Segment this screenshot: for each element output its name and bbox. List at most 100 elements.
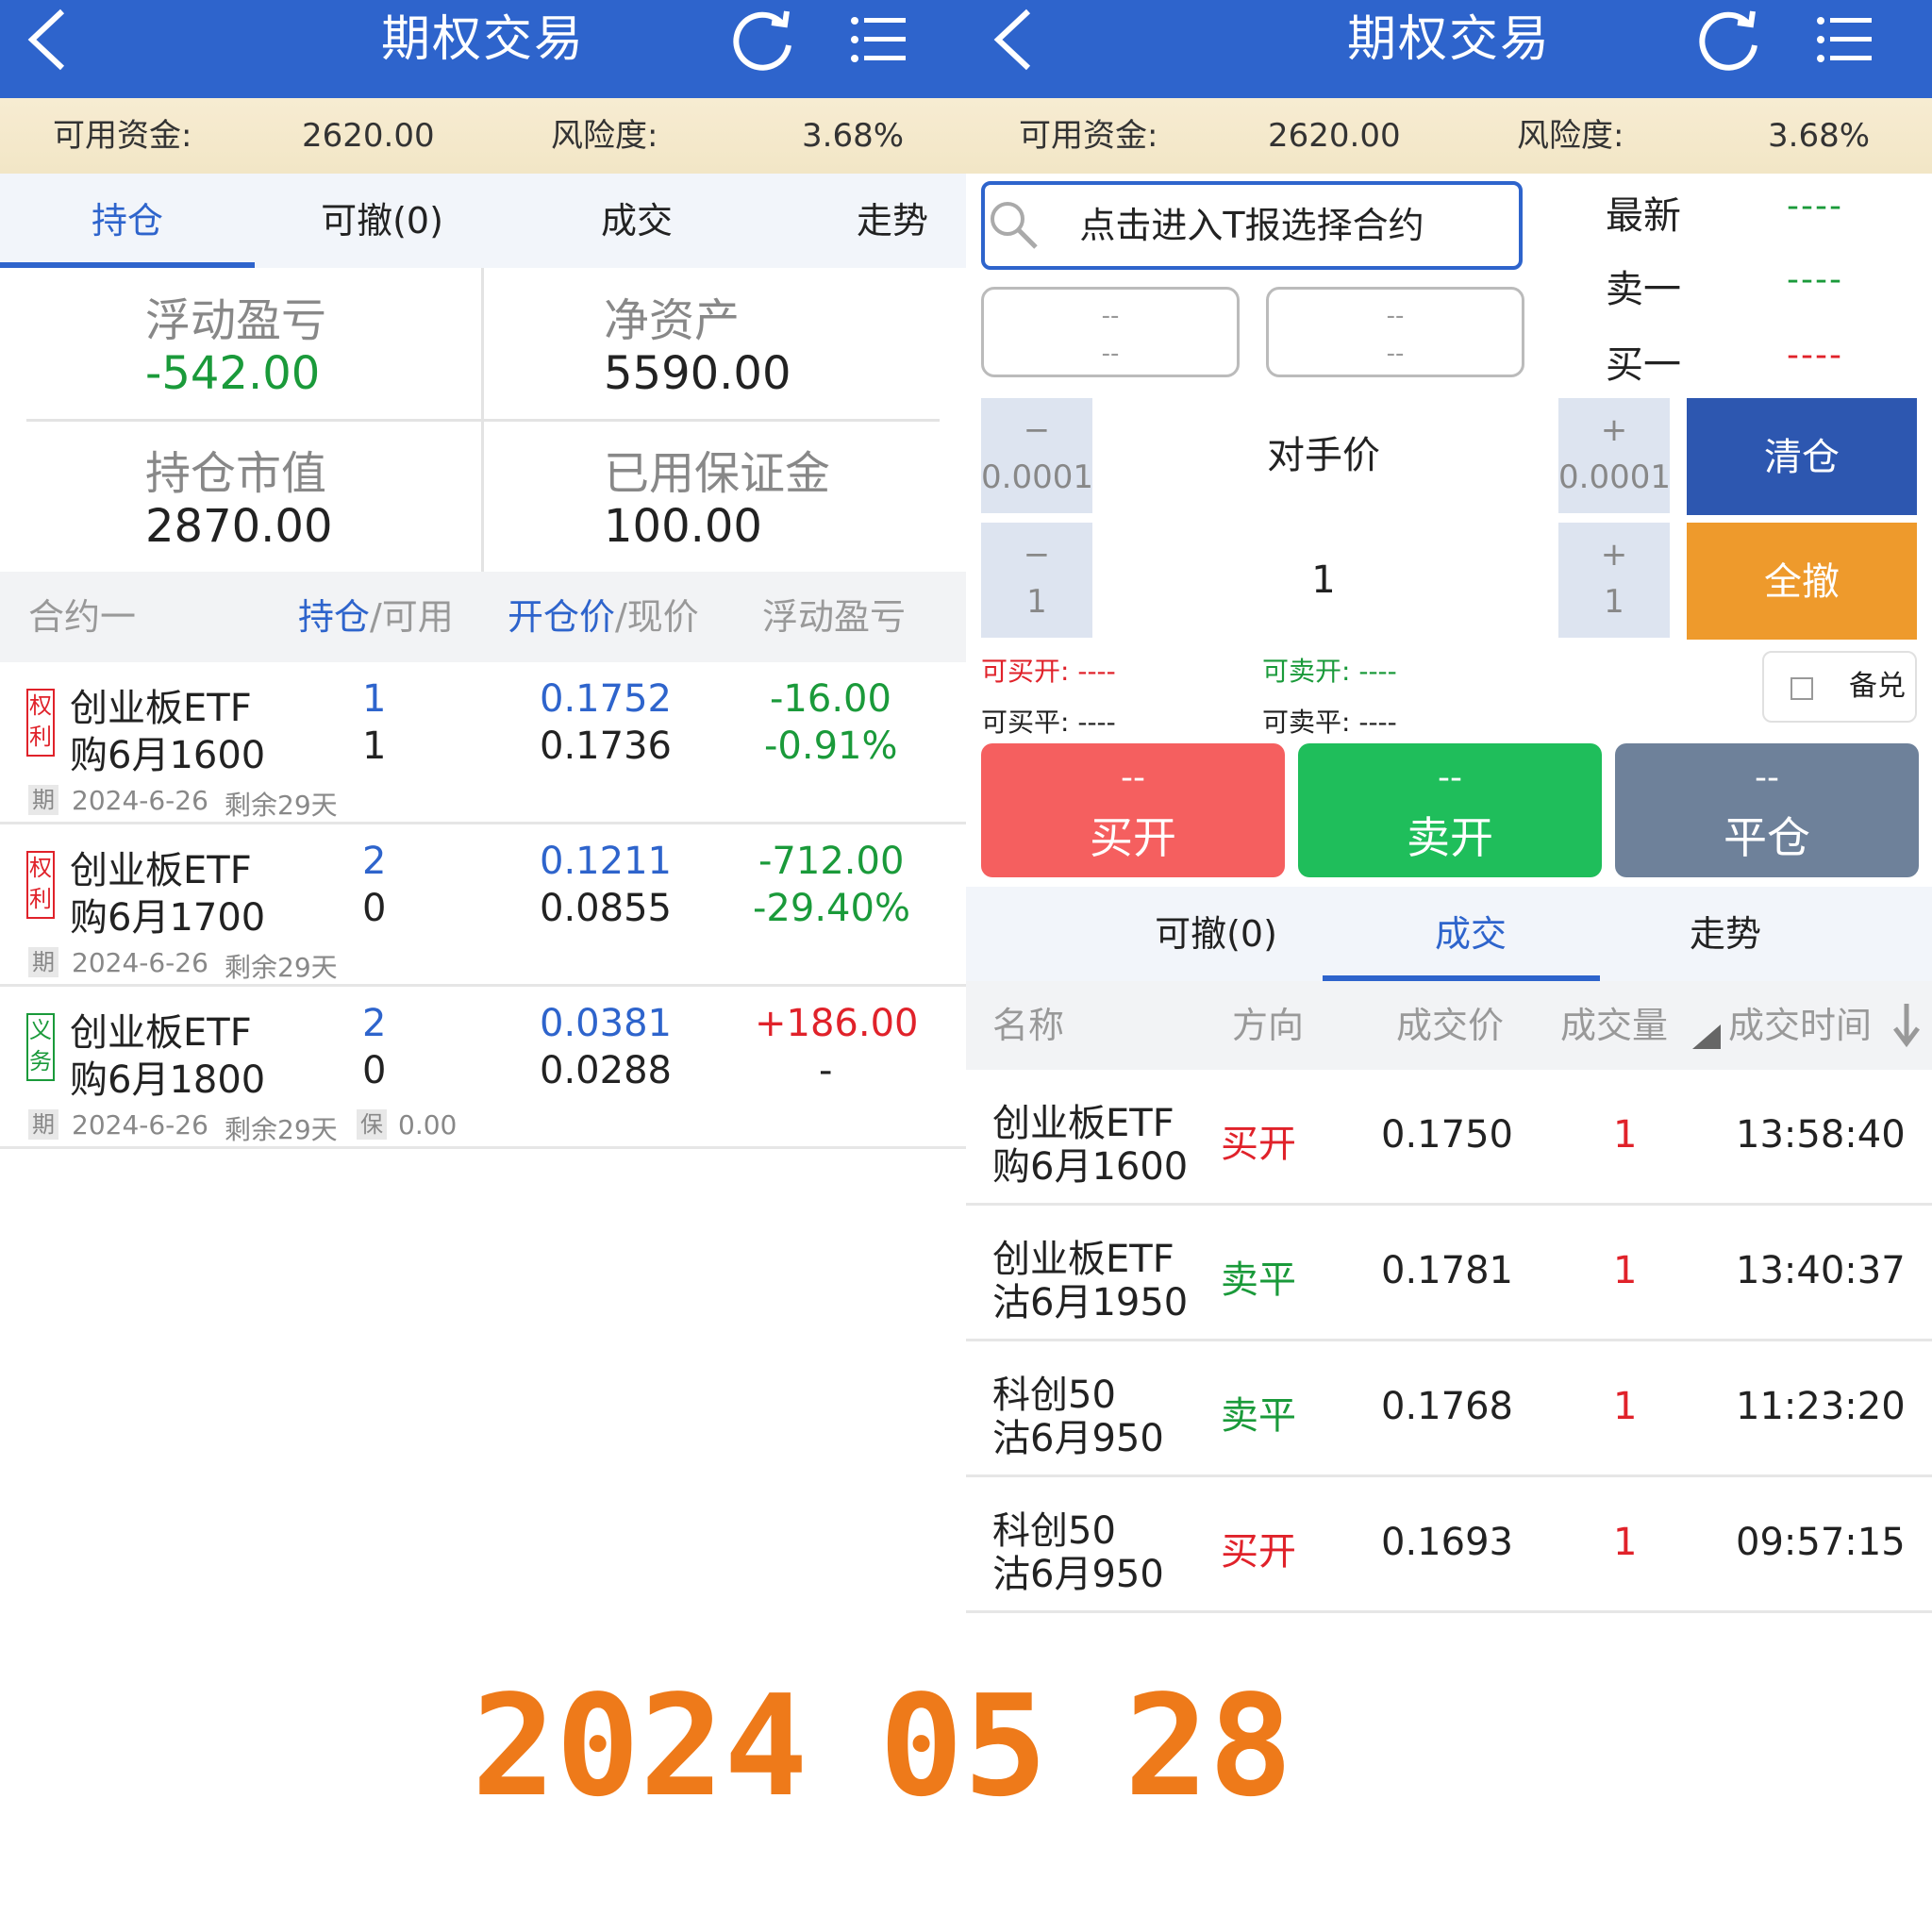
search-placeholder: 点击进入T报选择合约 bbox=[1079, 205, 1424, 246]
clear-position-button[interactable]: 清仓 bbox=[1687, 398, 1917, 515]
price-increase-button[interactable]: + 0.0001 bbox=[1558, 398, 1671, 513]
contract-detail: 购6月1800 bbox=[70, 1058, 266, 1102]
table-row[interactable]: 义务 创业板ETF 购6月1800 2 0 0.0381 0.0288 +186… bbox=[0, 987, 966, 1149]
tab-trades[interactable]: 成交 bbox=[1343, 887, 1598, 981]
header-open-price[interactable]: 开仓价 bbox=[508, 572, 615, 662]
tab-positions[interactable]: 持仓 bbox=[0, 174, 255, 268]
header-trade-time[interactable]: 成交时间 bbox=[1728, 981, 1872, 1070]
qty-decrease-button[interactable]: − 1 bbox=[981, 523, 1092, 638]
trade-contract-detail: 沽6月950 bbox=[992, 1417, 1164, 1460]
header-position[interactable]: 持仓 bbox=[298, 572, 370, 662]
trade-price: 0.1750 bbox=[1381, 1113, 1513, 1157]
contract-detail: 购6月1700 bbox=[70, 896, 266, 940]
header-contract[interactable]: 合约一 bbox=[28, 572, 136, 662]
date-day: 28 bbox=[1124, 1679, 1292, 1811]
header-trade-price: 成交价 bbox=[1396, 1005, 1505, 1046]
table-row[interactable]: 科创50 沽6月950 卖平 0.1768 1 11:23:20 bbox=[966, 1341, 1932, 1477]
net-assets-value: 5590.00 bbox=[604, 347, 791, 400]
cancel-all-button[interactable]: 全撤 bbox=[1687, 523, 1917, 640]
refresh-icon[interactable] bbox=[726, 4, 798, 75]
buy1-value: ---- bbox=[1787, 336, 1843, 375]
trade-price: 0.1781 bbox=[1381, 1249, 1513, 1292]
row-pnl: +186.00 bbox=[755, 1002, 919, 1045]
price-decrease-button[interactable]: − 0.0001 bbox=[981, 398, 1093, 513]
expiry-tag: 期 bbox=[28, 947, 58, 977]
date-month: 05 bbox=[879, 1679, 1047, 1811]
expiry-tag: 期 bbox=[28, 785, 58, 815]
menu-icon[interactable] bbox=[1815, 8, 1875, 72]
funds-bar: 可用资金: 2620.00 风险度: 3.68% bbox=[966, 98, 1932, 174]
trade-price: 0.1693 bbox=[1381, 1521, 1513, 1564]
tab-trend[interactable]: 走势 bbox=[764, 174, 966, 268]
header-direction: 方向 bbox=[1232, 1005, 1305, 1046]
current-price: 0.1736 bbox=[540, 724, 672, 768]
available-funds-label: 可用资金: bbox=[53, 117, 192, 155]
table-row[interactable]: 科创50 沽6月950 买开 0.1693 1 09:57:15 bbox=[966, 1477, 1932, 1613]
close-position-button[interactable]: -- 平仓 bbox=[1615, 743, 1919, 877]
sell-open-button[interactable]: -- 卖开 bbox=[1298, 743, 1602, 877]
days-remaining: 剩余29天 bbox=[225, 1114, 338, 1145]
position-qty: 2 bbox=[362, 1002, 387, 1045]
available-qty: 0 bbox=[362, 1049, 387, 1092]
margin-label: 已用保证金 bbox=[604, 447, 831, 500]
current-price: 0.0288 bbox=[540, 1049, 672, 1092]
can-sell-open: 可卖开: ---- bbox=[1262, 656, 1397, 687]
price-display-box[interactable]: -- -- bbox=[1266, 287, 1524, 377]
checkbox-icon bbox=[1790, 677, 1813, 700]
margin-tag: 保 bbox=[357, 1109, 387, 1140]
buy-open-button[interactable]: -- 买开 bbox=[981, 743, 1285, 877]
trade-volume: 1 bbox=[1613, 1385, 1638, 1428]
trade-direction: 买开 bbox=[1221, 1530, 1296, 1574]
tab-trades[interactable]: 成交 bbox=[509, 174, 764, 268]
trade-time: 09:57:15 bbox=[1736, 1521, 1906, 1564]
risk-label: 风险度: bbox=[1517, 117, 1624, 155]
summary-divider bbox=[26, 419, 940, 422]
covered-checkbox[interactable]: 备兑 bbox=[1762, 651, 1917, 723]
header-trade-volume: 成交量 bbox=[1560, 1005, 1669, 1046]
price-type-field[interactable]: 对手价 bbox=[1092, 398, 1555, 513]
price-display-box[interactable]: -- -- bbox=[981, 287, 1240, 377]
trade-contract-detail: 沽6月1950 bbox=[992, 1281, 1189, 1324]
contract-search-input[interactable]: 点击进入T报选择合约 bbox=[981, 181, 1523, 270]
available-funds-value: 2620.00 bbox=[1268, 117, 1401, 155]
right-tabs: 可撤(0) 成交 走势 bbox=[966, 887, 1932, 981]
tab-cancelable[interactable]: 可撤(0) bbox=[255, 174, 509, 268]
table-row[interactable]: 创业板ETF 沽6月1950 卖平 0.1781 1 13:40:37 bbox=[966, 1206, 1932, 1341]
app-header: 期权交易 bbox=[0, 0, 966, 98]
margin-value: 100.00 bbox=[604, 500, 762, 553]
row-pnl: -16.00 bbox=[770, 677, 891, 721]
buy1-label: 买一 bbox=[1606, 343, 1681, 387]
tab-trend[interactable]: 走势 bbox=[1598, 887, 1853, 981]
sort-corner-icon bbox=[1692, 1024, 1721, 1049]
page-title: 期权交易 bbox=[380, 11, 585, 68]
rights-badge: 权利 bbox=[26, 851, 55, 919]
contract-detail: 购6月1600 bbox=[70, 734, 266, 777]
table-row[interactable]: 权利 创业板ETF 购6月1600 1 1 0.1752 0.1736 -16.… bbox=[0, 662, 966, 824]
days-remaining: 剩余29天 bbox=[225, 952, 338, 983]
trade-time: 13:58:40 bbox=[1736, 1113, 1906, 1157]
row-pnl-pct: -29.40% bbox=[753, 887, 910, 930]
current-price: 0.0855 bbox=[540, 887, 672, 930]
page-title: 期权交易 bbox=[1346, 11, 1551, 68]
trade-contract-detail: 沽6月950 bbox=[992, 1553, 1164, 1596]
tab-cancelable[interactable]: 可撤(0) bbox=[1089, 887, 1343, 981]
header-float-pnl[interactable]: 浮动盈亏 bbox=[762, 572, 906, 662]
table-row[interactable]: 创业板ETF 购6月1600 买开 0.1750 1 13:58:40 bbox=[966, 1070, 1932, 1206]
available-funds-value: 2620.00 bbox=[302, 117, 435, 155]
positions-table-header: 合约一 持仓 /可用 开仓价 /现价 浮动盈亏 bbox=[0, 572, 966, 662]
expiry-date: 2024-6-26 bbox=[72, 947, 208, 978]
trade-direction: 买开 bbox=[1221, 1123, 1296, 1166]
open-price: 0.1752 bbox=[540, 677, 672, 721]
table-row[interactable]: 权利 创业板ETF 购6月1700 2 0 0.1211 0.0855 -712… bbox=[0, 824, 966, 987]
qty-increase-button[interactable]: + 1 bbox=[1558, 523, 1670, 638]
days-remaining: 剩余29天 bbox=[225, 790, 338, 821]
refresh-icon[interactable] bbox=[1692, 4, 1764, 75]
open-price: 0.1211 bbox=[540, 840, 672, 883]
sort-down-arrow-icon[interactable] bbox=[1892, 1002, 1921, 1047]
menu-icon[interactable] bbox=[849, 8, 909, 72]
float-pnl-value: -542.00 bbox=[145, 347, 321, 400]
market-value-label: 持仓市值 bbox=[145, 447, 327, 500]
trading-panel: 期权交易 可用资金: 2620.00 风险度: 3.68% 点击进入T报选择合约… bbox=[966, 0, 1932, 1623]
quantity-field[interactable]: 1 bbox=[1092, 523, 1555, 638]
header-available: /可用 bbox=[370, 596, 454, 638]
